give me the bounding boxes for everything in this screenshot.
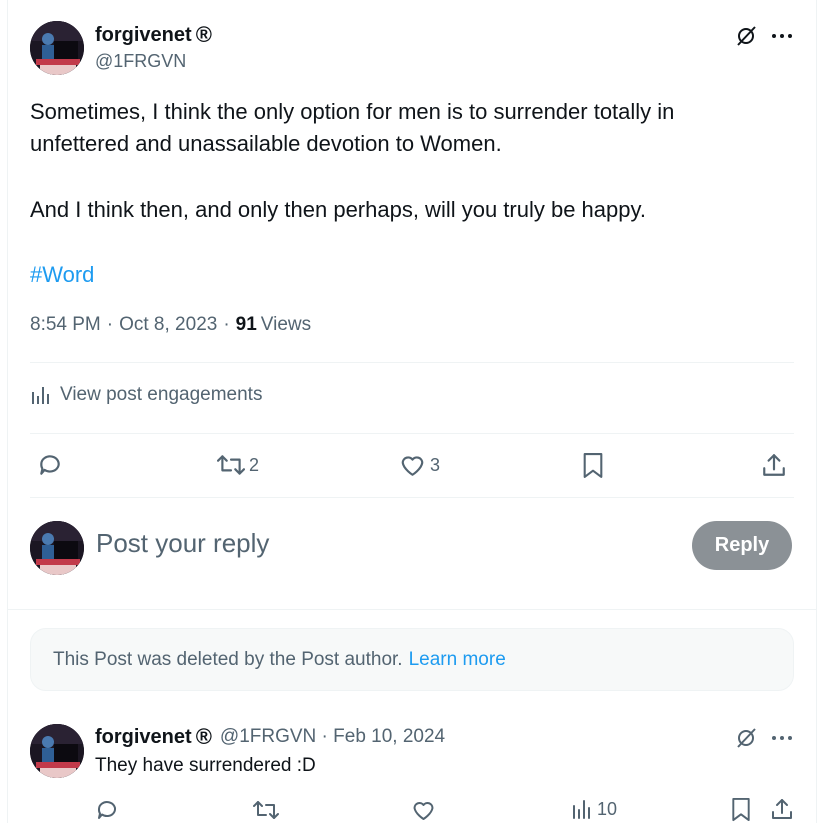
author-avatar[interactable] (30, 21, 84, 75)
registered-badge: ® (195, 724, 212, 749)
learn-more-link[interactable]: Learn more (409, 649, 506, 671)
reply-action[interactable] (95, 798, 119, 822)
author-name-row: forgivenet ® (95, 22, 212, 48)
like-icon (401, 456, 424, 476)
post-time[interactable]: 8:54 PM (30, 314, 101, 336)
post-date[interactable]: Oct 8, 2023 (119, 314, 217, 336)
more-icon[interactable] (768, 725, 796, 751)
reply-icon (97, 801, 116, 819)
like-action[interactable]: 3 (399, 452, 440, 478)
divider (30, 497, 794, 498)
more-icon[interactable] (768, 23, 796, 49)
composer-avatar[interactable] (30, 521, 84, 575)
registered-badge: ® (195, 22, 212, 47)
author-name[interactable]: forgivenet (95, 24, 192, 47)
deleted-notice-text: This Post was deleted by the Post author… (53, 648, 403, 670)
retweet-action[interactable]: 2 (217, 452, 259, 478)
reply-text: They have surrendered :D (95, 755, 316, 776)
meta-separator: · (223, 314, 230, 335)
reply-views-count: 10 (597, 798, 618, 819)
bar-chart-icon (573, 800, 590, 819)
view-engagements-link[interactable]: View post engagements (30, 384, 262, 406)
retweet-action[interactable] (253, 798, 279, 822)
reply-action[interactable] (37, 452, 63, 478)
post-text-line: Sometimes, I think the only option for m… (30, 99, 675, 124)
retweet-icon (217, 455, 245, 475)
reply-author-avatar[interactable] (30, 724, 84, 778)
post-text-line: unfettered and unassailable devotion to … (30, 131, 502, 156)
like-action[interactable] (411, 798, 436, 822)
post-text: Sometimes, I think the only option for m… (30, 96, 800, 291)
hashtag-link[interactable]: #Word (30, 259, 800, 291)
like-icon (413, 802, 434, 820)
grok-icon[interactable] (733, 725, 759, 751)
post-text-line: And I think then, and only then perhaps,… (30, 197, 646, 222)
share-icon (772, 799, 792, 819)
meta-separator: · (106, 314, 114, 335)
retweet-count: 2 (249, 454, 260, 475)
share-icon (763, 454, 785, 476)
divider (30, 362, 794, 363)
section-divider (8, 609, 816, 610)
grok-icon[interactable] (733, 23, 759, 49)
reply-header: forgivenet ® @1FRGVN · Feb 10, 2024 (95, 724, 445, 750)
like-count: 3 (430, 454, 441, 475)
view-engagements-label: View post engagements (60, 384, 263, 405)
views-label: Views (260, 314, 312, 335)
bookmark-icon (583, 453, 603, 478)
reply-meta[interactable]: @1FRGVN · Feb 10, 2024 (220, 726, 445, 748)
share-action[interactable] (770, 797, 794, 821)
bookmark-action[interactable] (730, 797, 752, 822)
bookmark-action[interactable] (581, 452, 605, 479)
divider (30, 433, 794, 434)
bookmark-icon (732, 797, 750, 822)
reply-button[interactable]: Reply (692, 521, 792, 570)
views-action[interactable]: 10 (571, 798, 617, 820)
reply-icon (40, 455, 60, 475)
retweet-icon (253, 801, 279, 819)
author-handle[interactable]: @1FRGVN (95, 51, 186, 72)
post-meta: 8:54 PM · Oct 8, 2023 · 91 Views (30, 314, 311, 336)
deleted-post-notice: This Post was deleted by the Post author… (30, 628, 794, 691)
bar-chart-icon (32, 387, 49, 404)
reply-input[interactable]: Post your reply (96, 528, 656, 559)
reply-author-name[interactable]: forgivenet (95, 726, 192, 749)
views-count: 91 (235, 314, 257, 335)
share-action[interactable] (761, 452, 787, 478)
